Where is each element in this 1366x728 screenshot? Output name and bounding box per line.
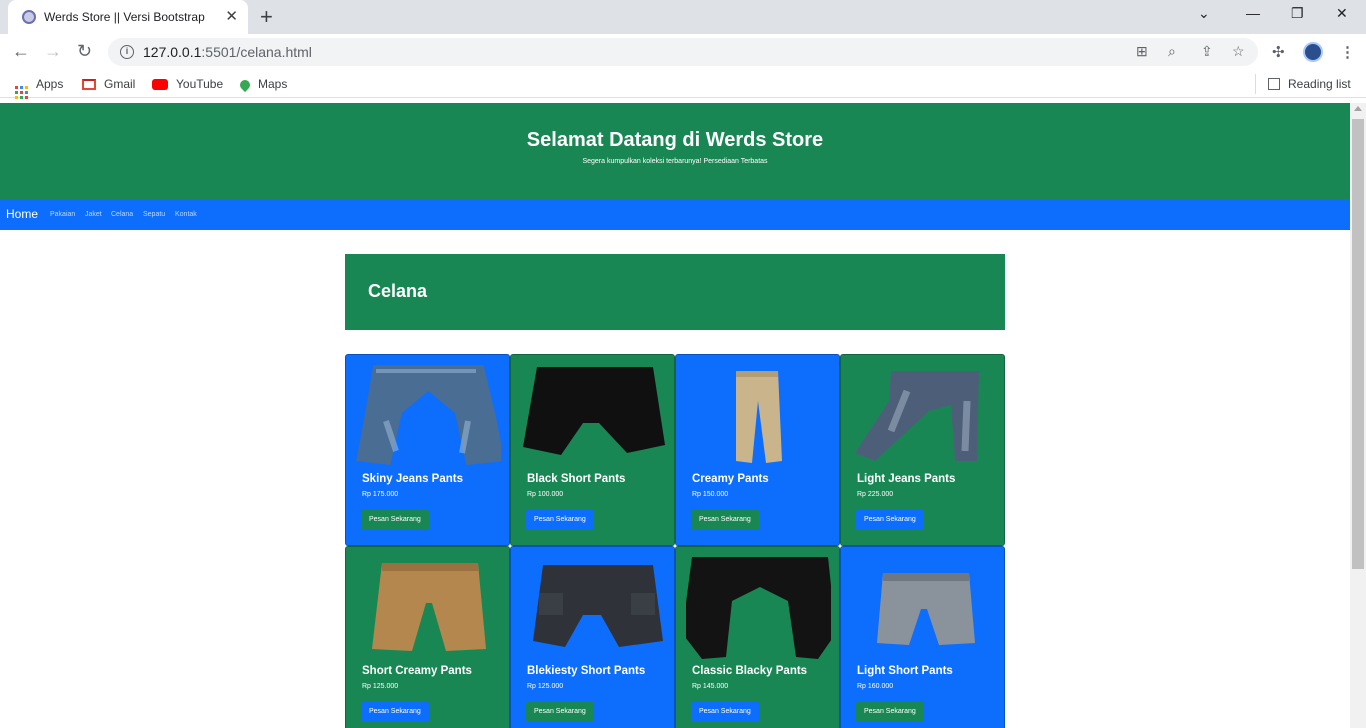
hero-subtitle: Segera kumpulkan koleksi terbarunya! Per… (582, 158, 768, 165)
bookmark-gmail[interactable]: Gmail (82, 77, 135, 91)
tab-search-chevron-icon[interactable]: ⌄ (1198, 5, 1210, 22)
bookmark-separator (1255, 74, 1256, 94)
reading-list-icon (1268, 78, 1280, 90)
product-card: Classic Blacky Pants Rp 145.000 Pesan Se… (675, 546, 840, 728)
product-price: Rp 225.000 (857, 491, 894, 498)
denim-shorts-image (877, 573, 975, 645)
nav-home-link[interactable]: Home (6, 207, 38, 221)
page-scrollbar[interactable] (1350, 103, 1366, 728)
menu-dots-icon[interactable]: ⋮ (1340, 43, 1355, 61)
bookmarks-bar: Apps Gmail YouTube Maps Reading list (0, 70, 1366, 99)
address-bar[interactable]: i 127.0.0.1:5501/celana.html ⊞ ⌕ ⇪ ☆ (108, 38, 1258, 66)
hero-banner: Selamat Datang di Werds Store Segera kum… (0, 103, 1350, 199)
nav-link-sepatu[interactable]: Sepatu (143, 211, 165, 218)
product-card: Blekiesty Short Pants Rp 125.000 Pesan S… (510, 546, 675, 728)
nav-link-jaket[interactable]: Jaket (85, 211, 102, 218)
cargo-shorts-image (533, 565, 663, 647)
product-price: Rp 125.000 (527, 683, 564, 690)
product-price: Rp 160.000 (857, 683, 894, 690)
zoom-icon[interactable]: ⌕ (1168, 43, 1176, 60)
order-button[interactable]: Pesan Sekarang (856, 510, 924, 530)
product-name: Short Creamy Pants (362, 665, 472, 677)
black-shorts-image (523, 367, 665, 455)
extensions-puzzle-icon[interactable]: ✣ (1272, 43, 1285, 61)
share-icon[interactable]: ⇪ (1201, 43, 1213, 60)
section-title: Celana (368, 281, 428, 301)
maps-pin-icon (237, 77, 253, 93)
product-card: Short Creamy Pants Rp 125.000 Pesan Seka… (345, 546, 510, 728)
khaki-shorts-image (372, 563, 486, 651)
site-info-icon[interactable]: i (120, 45, 134, 59)
nav-link-celana[interactable]: Celana (111, 211, 133, 218)
scroll-up-arrow-icon[interactable] (1354, 106, 1362, 111)
page-viewport: Selamat Datang di Werds Store Segera kum… (0, 103, 1350, 728)
product-card: Creamy Pants Rp 150.000 Pesan Sekarang (675, 354, 840, 546)
order-button[interactable]: Pesan Sekarang (691, 510, 759, 530)
bookmark-star-icon[interactable]: ☆ (1232, 43, 1245, 60)
bookmark-apps[interactable]: Apps (15, 77, 63, 99)
reload-icon[interactable]: ↻ (77, 41, 92, 62)
section-header: Celana (345, 254, 1005, 330)
gmail-icon (82, 79, 96, 90)
translate-icon[interactable]: ⊞ (1136, 43, 1148, 60)
order-button[interactable]: Pesan Sekarang (526, 510, 594, 530)
order-button[interactable]: Pesan Sekarang (526, 702, 594, 722)
browser-tab[interactable]: Werds Store || Versi Bootstrap ✕ (8, 0, 248, 34)
tab-title: Werds Store || Versi Bootstrap (44, 10, 205, 24)
close-window-icon[interactable]: ✕ (1336, 5, 1348, 22)
order-button[interactable]: Pesan Sekarang (361, 510, 429, 530)
product-card: Light Short Pants Rp 160.000 Pesan Sekar… (840, 546, 1005, 728)
product-card: Light Jeans Pants Rp 225.000 Pesan Sekar… (840, 354, 1005, 546)
product-card: Black Short Pants Rp 100.000 Pesan Sekar… (510, 354, 675, 546)
restore-icon[interactable]: ❐ (1291, 5, 1304, 22)
forward-arrow-icon[interactable]: → (44, 41, 62, 62)
product-price: Rp 145.000 (692, 683, 729, 690)
product-name: Light Short Pants (857, 665, 953, 677)
black-pants-image (686, 557, 831, 659)
back-arrow-icon[interactable]: ← (12, 41, 30, 62)
url-text: 127.0.0.1:5501/celana.html (143, 44, 312, 60)
reading-list-button[interactable]: Reading list (1268, 77, 1351, 91)
tab-strip: Werds Store || Versi Bootstrap ✕ + ⌄ — ❐… (0, 0, 1366, 34)
product-name: Skiny Jeans Pants (362, 473, 463, 485)
hero-title: Selamat Datang di Werds Store (526, 129, 824, 151)
minimize-icon[interactable]: — (1246, 5, 1260, 21)
product-name: Classic Blacky Pants (692, 665, 808, 677)
profile-avatar[interactable] (1303, 42, 1323, 62)
apps-grid-icon (15, 86, 28, 99)
product-price: Rp 175.000 (362, 491, 399, 498)
order-button[interactable]: Pesan Sekarang (856, 702, 924, 722)
cream-pants-image (736, 371, 782, 463)
product-price: Rp 100.000 (527, 491, 564, 498)
jeans-pants-image (356, 365, 501, 465)
nav-link-kontak[interactable]: Kontak (175, 211, 197, 218)
product-name: Blekiesty Short Pants (527, 665, 646, 677)
close-tab-icon[interactable]: ✕ (225, 7, 238, 25)
site-favicon-icon (22, 10, 36, 24)
bookmark-youtube[interactable]: YouTube (152, 77, 223, 91)
order-button[interactable]: Pesan Sekarang (361, 702, 429, 722)
navbar: Home Pakaian Jaket Celana Sepatu Kontak (0, 199, 1350, 230)
youtube-icon (152, 79, 168, 90)
product-price: Rp 150.000 (692, 491, 729, 498)
product-name: Creamy Pants (692, 473, 769, 485)
new-tab-icon[interactable]: + (260, 4, 273, 30)
order-button[interactable]: Pesan Sekarang (691, 702, 759, 722)
browser-toolbar: ← → ↻ i 127.0.0.1:5501/celana.html ⊞ ⌕ ⇪… (0, 34, 1366, 70)
nav-link-pakaian[interactable]: Pakaian (50, 211, 75, 218)
product-name: Black Short Pants (527, 473, 626, 485)
scrollbar-thumb[interactable] (1352, 119, 1364, 569)
product-name: Light Jeans Pants (857, 473, 956, 485)
product-price: Rp 125.000 (362, 683, 399, 690)
product-card: Skiny Jeans Pants Rp 175.000 Pesan Sekar… (345, 354, 510, 546)
light-jeans-image (855, 371, 979, 461)
bookmark-maps[interactable]: Maps (237, 77, 287, 93)
